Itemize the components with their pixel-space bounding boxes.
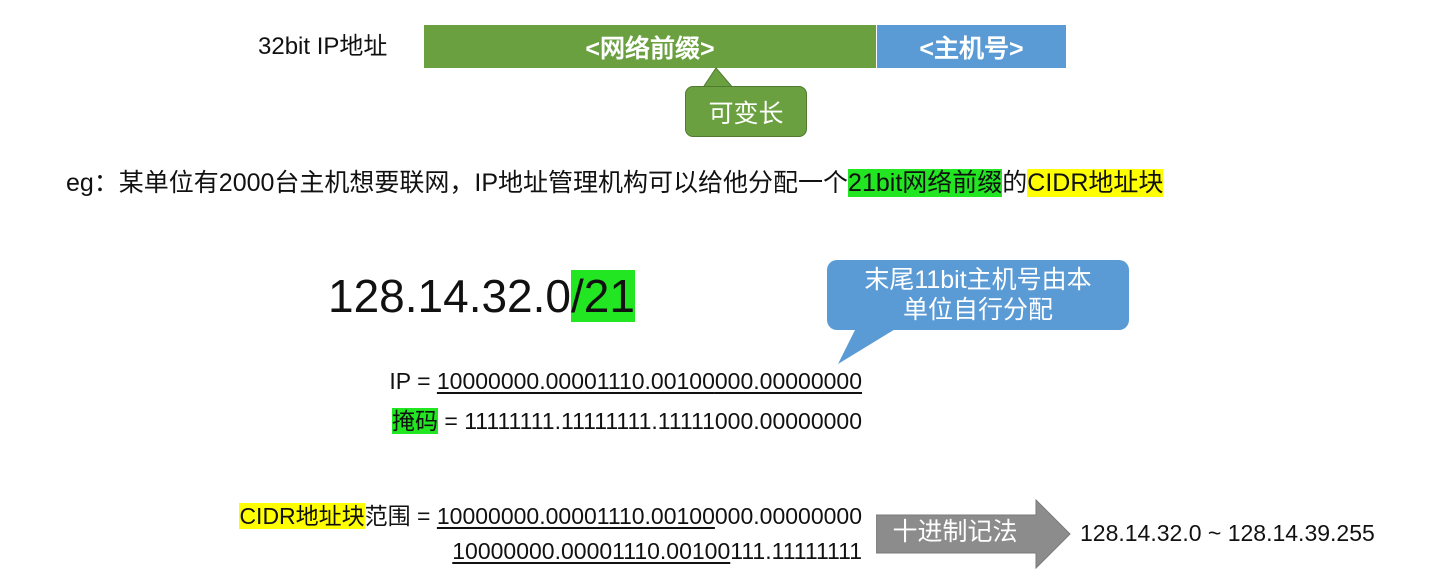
host-callout-line1: 末尾11bit主机号由本 xyxy=(864,266,1092,294)
range-first-host-bits: 000.00000000 xyxy=(714,503,862,529)
cidr-prefix-length: /21 xyxy=(571,270,635,322)
mask-label: 掩码 xyxy=(392,408,438,434)
cidr-range-row-last: 10000000.00001110.00100111.11111111 xyxy=(452,536,862,566)
cidr-range-label: 范围 = xyxy=(364,503,431,529)
network-prefix-bar: <网络前缀> xyxy=(424,25,876,68)
decimal-notation-label: 十进制记法 xyxy=(892,518,1018,546)
variable-length-text: 可变长 xyxy=(708,99,784,128)
mask-binary-row: 掩码 = 11111111.11111111.11111000.00000000 xyxy=(392,406,862,436)
cidr-block-highlight: CIDR地址块 xyxy=(1027,169,1164,197)
mask-value: 11111111.11111111.11111000.00000000 xyxy=(464,408,862,434)
example-text-start: eg：某单位有2000台主机想要联网，IP地址管理机构可以给他分配一个 xyxy=(66,169,849,197)
decimal-address-range: 128.14.32.0 ~ 128.14.39.255 xyxy=(1080,520,1375,546)
range-first-network-bits: 10000000.00001110.00100 xyxy=(436,503,715,529)
example-text-middle: 的 xyxy=(1002,169,1028,197)
variable-length-callout: 可变长 xyxy=(685,86,807,137)
mask-equals: = xyxy=(438,408,458,434)
cidr-notation: 128.14.32.0/21 xyxy=(328,266,635,326)
ip-host-bits: 000.00000000 xyxy=(714,368,862,394)
ip-network-bits: 10000000.00001110.00100 xyxy=(436,368,715,394)
host-number-label: <主机号> xyxy=(919,34,1024,63)
example-sentence: eg：某单位有2000台主机想要联网，IP地址管理机构可以给他分配一个21bit… xyxy=(66,164,1164,202)
prefix-length-highlight: 21bit网络前缀 xyxy=(848,169,1003,197)
ip-row-label: IP = xyxy=(389,368,431,394)
ip-address-label: 32bit IP地址 xyxy=(258,33,388,60)
cidr-range-row-first: CIDR地址块范围 = 10000000.00001110.00100000.0… xyxy=(239,501,862,531)
host-callout-line2: 单位自行分配 xyxy=(902,296,1053,324)
host-bits-callout: 末尾11bit主机号由本 单位自行分配 xyxy=(827,260,1129,330)
cidr-range-label-highlight: CIDR地址块 xyxy=(239,503,365,529)
cidr-address: 128.14.32.0 xyxy=(328,270,572,322)
network-prefix-label: <网络前缀> xyxy=(585,34,715,63)
ip-binary-row: IP = 10000000.00001110.00100000.00000000 xyxy=(389,366,862,396)
range-last-network-bits: 10000000.00001110.00100 xyxy=(452,538,731,564)
range-last-host-bits: 111.11111111 xyxy=(730,538,862,564)
host-number-bar: <主机号> xyxy=(877,25,1066,68)
